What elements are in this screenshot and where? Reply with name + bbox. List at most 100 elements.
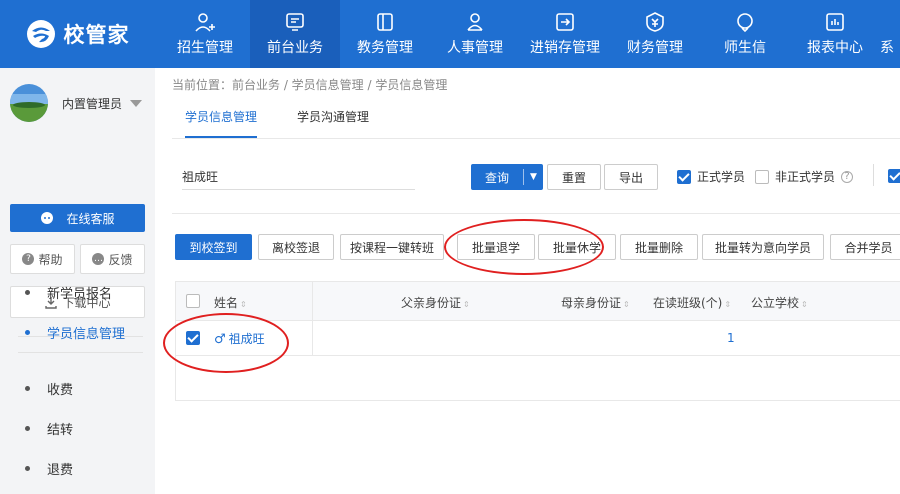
feedback-button[interactable]: … 反馈 <box>80 244 145 274</box>
column-header-public-school[interactable]: 公立学校 ⇕ <box>751 294 808 311</box>
sidebar-item-new-student[interactable]: 新学员报名 <box>0 276 155 308</box>
user-profile[interactable]: 内置管理员 <box>10 84 143 122</box>
nav-item-front-desk[interactable]: 前台业务 <box>250 0 340 68</box>
book-icon <box>377 13 393 31</box>
batch-suspend-button[interactable]: 批量休学 <box>538 234 616 260</box>
person-icon <box>467 13 483 31</box>
filter-divider <box>873 164 874 186</box>
column-header-father-id[interactable]: 父亲身份证 ⇕ <box>401 294 470 311</box>
top-bar: 校管家 招生管理 前台业务 教务管理 人事管理 进销存管理 财务管理 师生信 报… <box>0 0 900 68</box>
checkout-button[interactable]: 离校签退 <box>258 234 334 260</box>
column-label: 母亲身份证 <box>561 296 622 310</box>
nav-item-recruitment[interactable]: 招生管理 <box>160 0 250 68</box>
sidebar-item-carryover[interactable]: 结转 <box>0 412 155 444</box>
sidebar-item-student-info[interactable]: 学员信息管理 <box>0 316 155 348</box>
tab-student-info[interactable]: 学员信息管理 <box>185 108 258 138</box>
nav-item-messaging[interactable]: 师生信 <box>700 0 790 68</box>
batch-withdraw-button[interactable]: 批量退学 <box>457 234 535 260</box>
sort-icon: ⇕ <box>724 300 732 309</box>
help-label: 帮助 <box>38 252 63 267</box>
question-icon: ? <box>22 253 35 265</box>
inventory-icon <box>556 13 574 31</box>
filter-informal[interactable]: 非正式学员 ? <box>755 168 854 185</box>
sidebar-item-refund[interactable]: 退费 <box>0 452 155 484</box>
sort-icon: ⇕ <box>801 300 808 309</box>
informal-checkbox[interactable] <box>755 169 769 184</box>
nav-item-academic[interactable]: 教务管理 <box>340 0 430 68</box>
nav-item-inventory[interactable]: 进销存管理 <box>520 0 610 68</box>
batch-delete-button[interactable]: 批量删除 <box>620 234 698 260</box>
checkin-button[interactable]: 到校签到 <box>175 234 252 260</box>
breadcrumb: 当前位置：前台业务 / 学员信息管理 / 学员信息管理 <box>172 78 448 92</box>
sort-icon: ⇕ <box>463 300 470 309</box>
column-header-classes[interactable]: 在读班级(个) ⇕ <box>653 294 731 311</box>
report-icon <box>826 13 844 31</box>
student-name-link[interactable]: ♂ 祖成旺 <box>214 330 265 347</box>
logo-icon <box>26 20 55 48</box>
help-button[interactable]: ? 帮助 <box>10 244 75 274</box>
chat-bubble-icon <box>41 212 54 224</box>
feedback-icon: … <box>92 253 105 265</box>
formal-label: 正式学员 <box>697 170 746 184</box>
row-checkbox[interactable] <box>186 331 200 345</box>
monitor-icon <box>286 13 304 31</box>
class-count-link[interactable]: 1 <box>727 331 735 345</box>
filter-formal[interactable]: 正式学员 <box>677 168 745 185</box>
bullet-icon <box>25 465 30 471</box>
nav-item-system[interactable]: 系 <box>880 0 900 68</box>
brand-name: 校管家 <box>63 23 130 47</box>
nav-item-finance[interactable]: 财务管理 <box>610 0 700 68</box>
column-label: 姓名 <box>214 296 239 310</box>
bullet-icon <box>25 385 30 391</box>
batch-to-intent-button[interactable]: 批量转为意向学员 <box>702 234 824 260</box>
sidebar-item-charge[interactable]: 收费 <box>0 372 155 404</box>
column-label: 在读班级(个) <box>653 296 723 310</box>
select-all-checkbox[interactable] <box>186 294 200 308</box>
extra-filter-checkbox[interactable] <box>888 169 900 183</box>
bullet-icon <box>25 329 30 335</box>
sidebar-item-label: 学员信息管理 <box>47 326 126 342</box>
sidebar-item-label: 新学员报名 <box>47 286 113 302</box>
tab-bar: 学员信息管理 学员沟通管理 <box>172 100 900 139</box>
double-chevron-down-icon[interactable]: ▼ <box>524 172 543 182</box>
chevron-down-icon[interactable] <box>130 99 143 107</box>
table-row[interactable]: ♂ 祖成旺 1 <box>176 321 900 356</box>
export-button[interactable]: 导出 <box>604 164 658 190</box>
online-service-button[interactable]: 在线客服 <box>10 204 145 232</box>
bullet-icon <box>25 289 30 295</box>
reset-button[interactable]: 重置 <box>547 164 601 190</box>
avatar-landscape-image <box>10 84 48 122</box>
feedback-label: 反馈 <box>108 252 133 267</box>
transfer-class-button[interactable]: 按课程一键转班 <box>340 234 444 260</box>
merge-student-button[interactable]: 合并学员 <box>830 234 900 260</box>
nav-item-reports[interactable]: 报表中心 <box>790 0 880 68</box>
column-label: 父亲身份证 <box>401 296 462 310</box>
toolbar-divider <box>172 213 900 214</box>
user-name: 内置管理员 <box>62 96 123 111</box>
table-header: 姓名 ⇕ 父亲身份证 ⇕ 母亲身份证 ⇕ 在读班级(个) ⇕ 公立学校 ⇕ <box>176 282 900 321</box>
sidebar-item-label: 结转 <box>47 422 74 438</box>
bullet-icon <box>25 425 30 431</box>
nav-item-hr[interactable]: 人事管理 <box>430 0 520 68</box>
main-content: 当前位置：前台业务 / 学员信息管理 / 学员信息管理 学员信息管理 学员沟通管… <box>155 68 900 494</box>
student-table: 姓名 ⇕ 父亲身份证 ⇕ 母亲身份证 ⇕ 在读班级(个) ⇕ 公立学校 ⇕ ♂ 祖成旺 1 <box>175 281 900 401</box>
brand-logo[interactable]: 校管家 <box>0 0 155 68</box>
column-header-name[interactable]: 姓名 ⇕ <box>214 294 247 311</box>
message-icon <box>737 13 753 33</box>
sidebar-item-label: 收费 <box>47 382 74 398</box>
query-button[interactable]: 查询 ▼ <box>471 164 543 190</box>
sort-icon: ⇕ <box>623 300 630 309</box>
online-service-label: 在线客服 <box>66 211 115 226</box>
main-nav: 招生管理 前台业务 教务管理 人事管理 进销存管理 财务管理 师生信 报表中心 <box>160 0 900 68</box>
column-header-mother-id[interactable]: 母亲身份证 ⇕ <box>561 294 630 311</box>
sidebar: 内置管理员 在线客服 ? 帮助 … 反馈 下载中心 新学员报名 学员信息管理 收… <box>0 68 155 494</box>
query-label: 查询 <box>484 170 509 185</box>
help-circle-icon[interactable]: ? <box>841 170 854 183</box>
sidebar-divider <box>18 352 143 353</box>
student-name: 祖成旺 <box>228 332 265 346</box>
search-input[interactable]: 祖成旺 <box>182 168 415 190</box>
column-label: 公立学校 <box>751 296 800 310</box>
formal-checkbox[interactable] <box>677 169 691 184</box>
tab-student-communication[interactable]: 学员沟通管理 <box>297 108 369 136</box>
sort-icon: ⇕ <box>240 300 247 309</box>
